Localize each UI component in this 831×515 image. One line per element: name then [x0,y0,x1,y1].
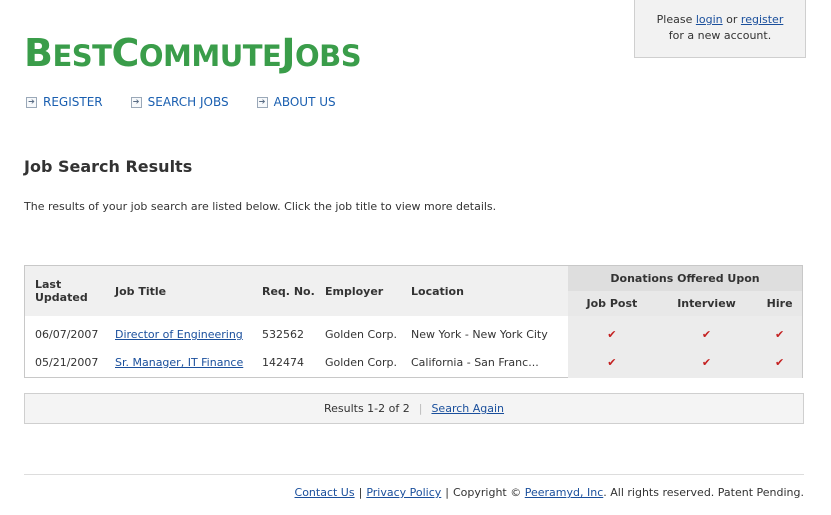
privacy-policy-link[interactable]: Privacy Policy [366,486,441,499]
results-table: Last Updated Job Title Req. No. Employer… [24,265,803,378]
header-location: Location [411,266,568,316]
main-nav: ➔ REGISTER ➔ SEARCH JOBS ➔ ABOUT US [26,95,364,109]
row-employer: Golden Corp. [325,328,397,341]
row-location: California - San Franc... [411,356,539,369]
checkmark-icon: ✔ [607,356,617,369]
site-logo[interactable]: BESTCOMMUTEJOBS [24,31,362,75]
footer-sep: | [445,486,449,499]
nav-register[interactable]: ➔ REGISTER [26,95,103,109]
rights-text: . All rights reserved. Patent Pending. [603,486,804,499]
header-req-no: Req. No. [262,266,325,316]
login-line: Please login or register [635,12,805,28]
results-count: Results 1-2 of 2 [323,402,410,415]
logo-letter-j: J [281,31,295,75]
header-updated-label: Updated [35,291,88,304]
header-donations: Donations Offered Upon [568,266,802,291]
page-title: Job Search Results [24,157,193,176]
nav-about-us-label: ABOUT US [273,95,336,109]
header-hire: Hire [757,291,802,316]
header-last-label: Last [35,278,62,291]
arrow-right-icon: ➔ [130,96,142,108]
interview-cell: ✔ [655,316,758,347]
footer-sep: | [358,486,363,499]
checkmark-icon: ✔ [775,328,785,341]
job-title-link[interactable]: Sr. Manager, IT Finance [115,356,243,369]
nav-search-jobs-label: SEARCH JOBS [147,95,229,109]
interview-cell: ✔ [655,347,758,378]
table-row: 05/21/2007 Sr. Manager, IT Finance 14247… [25,347,802,378]
row-title-cell: Director of Engineering [115,316,262,347]
job-title-link[interactable]: Director of Engineering [115,328,243,341]
row-date: 06/07/2007 [35,328,99,341]
footer: Contact Us | Privacy Policy | Copyright © Pe… [295,486,804,499]
job-post-cell: ✔ [568,347,656,378]
row-req: 142474 [262,356,304,369]
header-employer: Employer [325,266,411,316]
checkmark-icon: ✔ [775,356,785,369]
row-req: 532562 [262,328,304,341]
register-link[interactable]: register [741,13,783,26]
page-intro: The results of your job search are liste… [24,200,497,213]
table-row: 06/07/2007 Director of Engineering 53256… [25,316,802,347]
hire-cell: ✔ [757,316,802,347]
header-interview: Interview [655,291,758,316]
arrow-right-icon: ➔ [256,96,268,108]
hire-cell: ✔ [757,347,802,378]
checkmark-icon: ✔ [701,356,712,369]
nav-register-label: REGISTER [43,95,103,109]
logo-word-obs: OBS [295,39,362,73]
login-link[interactable]: login [696,13,723,26]
row-date: 05/21/2007 [35,356,99,369]
logo-word-est: EST [52,39,112,73]
header-job-title: Job Title [115,266,262,316]
login-or: or [726,13,738,26]
search-again-link[interactable]: Search Again [431,402,504,415]
logo-word-ommute: OMMUTE [138,39,282,73]
arrow-right-icon: ➔ [26,96,37,108]
login-suffix: for a new account. [668,29,772,42]
logo-letter-b: B [24,31,53,75]
header-last-updated: Last Updated [25,266,115,316]
nav-about-us[interactable]: ➔ ABOUT US [256,95,336,109]
row-employer: Golden Corp. [325,356,397,369]
logo-letter-c: C [111,31,139,75]
footer-divider [24,474,804,475]
job-post-cell: ✔ [568,316,656,347]
company-link[interactable]: Peeramyd, Inc [525,486,604,499]
results-pager: Results 1-2 of 2 | Search Again [24,393,804,424]
row-title-cell: Sr. Manager, IT Finance [115,347,262,378]
nav-search-jobs[interactable]: ➔ SEARCH JOBS [130,95,229,109]
copyright-text: Copyright © [453,486,522,499]
login-box: Please login or register for a new accou… [634,0,806,58]
login-prefix: Please [656,13,693,26]
checkmark-icon: ✔ [607,328,617,341]
row-location: New York - New York City [411,328,548,341]
pager-divider: | [418,402,423,415]
checkmark-icon: ✔ [701,328,712,341]
contact-us-link[interactable]: Contact Us [295,486,355,499]
header-job-post: Job Post [568,291,656,316]
